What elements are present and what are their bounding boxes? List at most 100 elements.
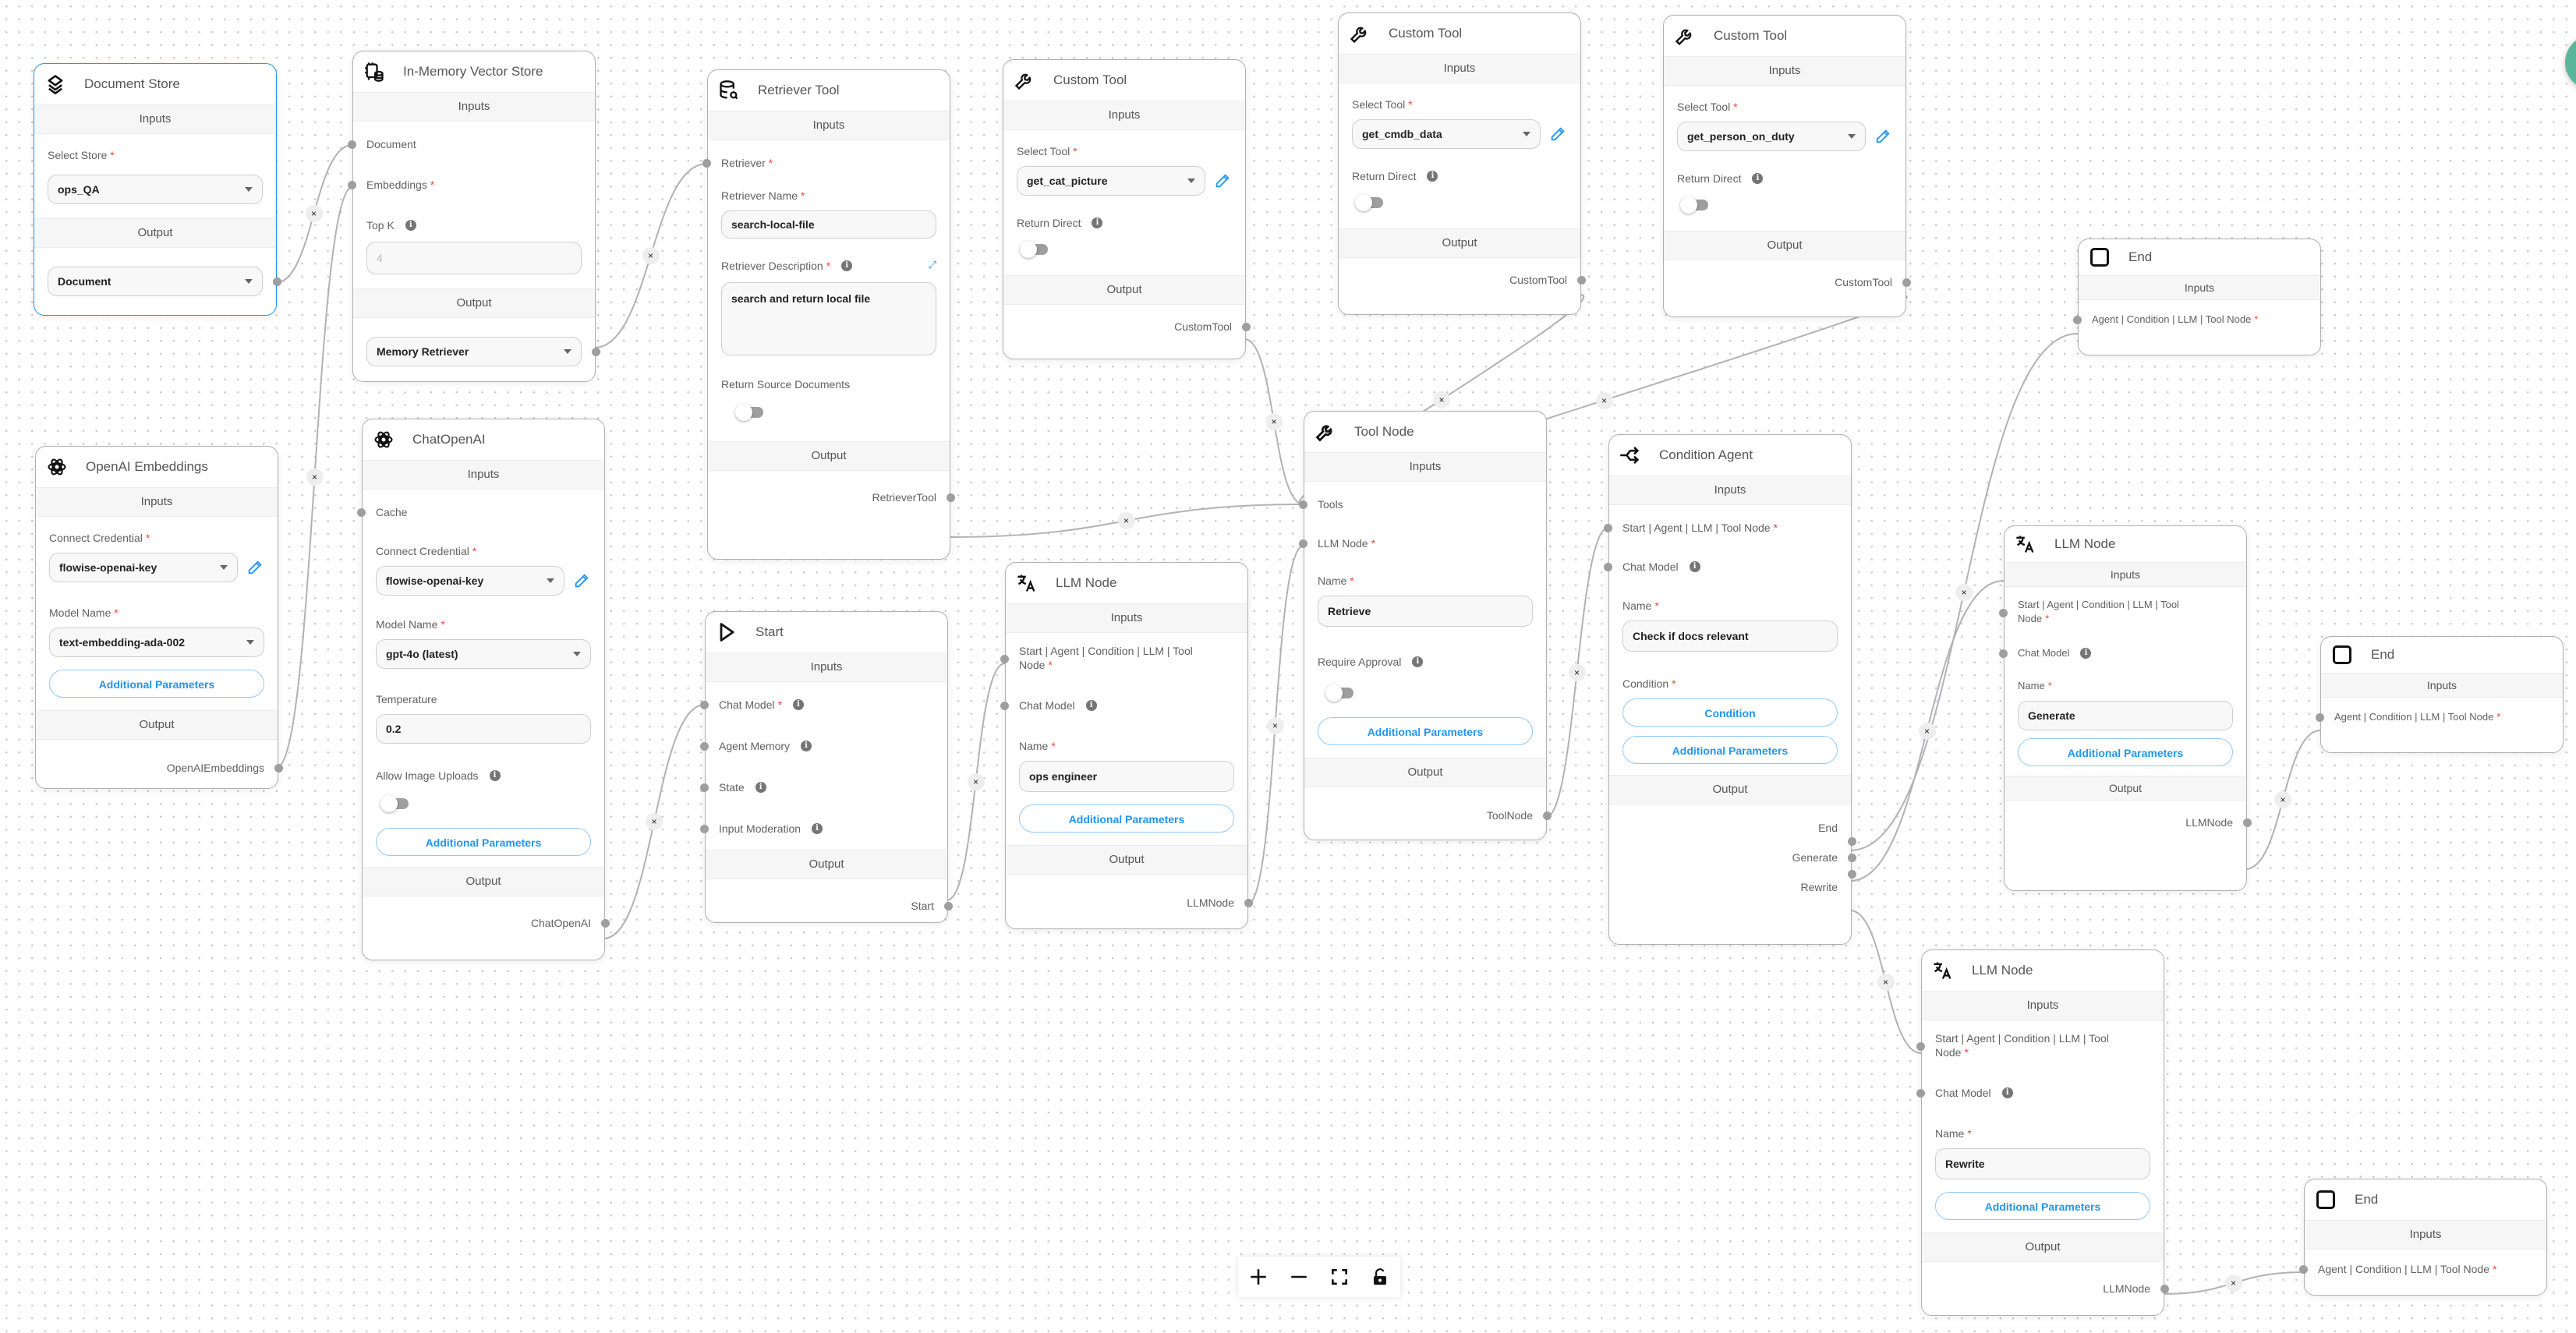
node-llm-generate[interactable]: LLM Node Inputs Start | Agent | Conditio… [1999,525,2252,891]
name-input[interactable]: Rewrite [1935,1148,2150,1179]
name-input[interactable]: Check if docs relevant [1622,621,1838,652]
node-end-2[interactable]: End Inputs Agent | Condition | LLM | Too… [2316,636,2564,753]
chat-model-input-handle[interactable] [1999,649,2008,658]
return-direct-toggle[interactable] [1680,196,1711,214]
output-handle[interactable] [1577,276,1586,285]
node-start[interactable]: Start Inputs Chat Model * i Agent Memory i … [700,611,953,923]
info-icon[interactable]: i [405,220,416,231]
info-icon[interactable]: i [489,770,501,781]
delete-edge-button[interactable]: × [2274,791,2291,808]
delete-edge-button[interactable]: × [1955,583,1973,601]
unlock-icon[interactable] [1364,1261,1396,1292]
select-tool-dropdown[interactable]: get_cat_picture [1017,166,1205,196]
zoom-in-icon[interactable] [1243,1261,1274,1292]
output-type-dropdown[interactable]: Document [48,267,263,296]
chat-model-input-handle[interactable] [1916,1089,1925,1098]
select-tool-dropdown[interactable]: get_cmdb_data [1352,119,1541,149]
return-direct-toggle[interactable] [1355,194,1386,211]
info-icon[interactable]: i [2080,648,2092,659]
flow-input-handle[interactable] [2299,1265,2308,1274]
output-handle[interactable] [592,348,600,356]
retriever-input-handle[interactable] [702,159,711,168]
name-input[interactable]: ops engineer [1019,761,1234,792]
additional-parameters-button[interactable]: Additional Parameters [1019,804,1234,833]
model-name-dropdown[interactable]: text-embedding-ada-002 [49,628,264,657]
delete-edge-button[interactable]: × [646,813,663,830]
flow-input-handle[interactable] [1604,524,1612,532]
info-icon[interactable]: i [812,823,823,834]
flow-input-handle[interactable] [1000,655,1009,663]
delete-edge-button[interactable]: × [1117,512,1135,529]
condition-button[interactable]: Condition [1622,698,1838,727]
output-handle[interactable] [2160,1285,2169,1293]
select-store-dropdown[interactable]: ops_QA [48,175,263,204]
additional-parameters-button[interactable]: Additional Parameters [1622,736,1838,764]
additional-parameters-button[interactable]: Additional Parameters [49,670,264,698]
delete-edge-button[interactable]: × [2224,1275,2242,1292]
info-icon[interactable]: i [1689,561,1700,572]
zoom-out-icon[interactable] [1283,1261,1315,1292]
output-handle[interactable] [1242,323,1251,331]
edit-icon[interactable] [1213,171,1232,190]
edit-icon[interactable] [572,571,591,590]
info-icon[interactable]: i [1427,171,1438,182]
edit-icon[interactable] [1874,127,1892,146]
edit-icon[interactable] [1548,125,1567,143]
output-handle[interactable] [1902,278,1911,287]
flow-input-handle[interactable] [2073,316,2082,324]
node-openai-embeddings[interactable]: OpenAI Embeddings Inputs Connect Credent… [35,446,283,789]
flow-input-handle[interactable] [1999,609,2008,617]
info-icon[interactable]: i [841,260,853,271]
state-input-handle[interactable] [700,783,709,792]
agent-memory-input-handle[interactable] [700,742,709,751]
output-handle[interactable] [1244,899,1253,907]
select-tool-dropdown[interactable]: get_person_on_duty [1677,122,1866,151]
edit-icon[interactable] [246,558,264,577]
llm-node-input-handle[interactable] [1299,539,1307,548]
credential-dropdown[interactable]: flowise-openai-key [376,566,564,596]
additional-parameters-button[interactable]: Additional Parameters [1318,717,1533,745]
output-handle-rewrite[interactable] [1848,870,1856,879]
output-handle[interactable] [1543,811,1552,820]
node-retriever-tool[interactable]: Retriever Tool Inputs Retriever * Retriev… [702,69,955,560]
output-handle-end[interactable] [1848,837,1856,846]
expand-icon[interactable]: ⤢ [929,259,936,271]
output-handle[interactable] [947,493,955,502]
temperature-input[interactable]: 0.2 [376,714,591,744]
chat-model-input-handle[interactable] [1604,563,1612,571]
tools-input-handle[interactable] [1299,500,1307,509]
delete-edge-button[interactable]: × [1595,391,1613,409]
node-document-store[interactable]: Document Store Inputs Select Store * ops_… [34,63,281,316]
delete-edge-button[interactable]: × [1568,664,1586,681]
delete-edge-button[interactable]: × [1433,391,1450,408]
info-icon[interactable]: i [2001,1087,2013,1098]
flow-input-handle[interactable] [2316,713,2324,722]
delete-edge-button[interactable]: × [1877,973,1895,991]
node-end-1[interactable]: End Inputs Agent | Condition | LLM | Too… [2073,239,2321,355]
node-custom-tool-cmdb[interactable]: Custom Tool Inputs Select Tool * get_cmdb… [1338,12,1586,315]
return-direct-toggle[interactable] [1020,241,1051,258]
node-custom-tool-cat[interactable]: Custom Tool Inputs Select Tool * get_cat_… [1003,59,1251,359]
chat-model-input-handle[interactable] [1000,702,1009,710]
top-k-input[interactable]: 4 [366,242,582,274]
delete-edge-button[interactable]: × [305,205,323,223]
node-llm-ops-engineer[interactable]: LLM Node Inputs Start | Agent | Conditio… [1000,562,1253,929]
info-icon[interactable]: i [1092,217,1103,228]
credential-dropdown[interactable]: flowise-openai-key [49,553,238,582]
embeddings-input-handle[interactable] [348,181,356,189]
name-input[interactable]: Generate [2018,701,2233,730]
additional-parameters-button[interactable]: Additional Parameters [1935,1192,2150,1220]
node-chat-openai[interactable]: ChatOpenAI Inputs Cache Connect Credenti… [357,419,610,960]
additional-parameters-button[interactable]: Additional Parameters [376,828,591,856]
info-icon[interactable]: i [1412,656,1424,667]
delete-edge-button[interactable]: × [1918,722,1936,740]
input-moderation-input-handle[interactable] [700,825,709,833]
node-tool-node[interactable]: Tool Node Inputs Tools LLM Node * Name * R… [1299,411,1552,840]
output-handle[interactable] [2243,819,2252,827]
delete-edge-button[interactable]: × [306,468,324,486]
node-end-3[interactable]: End Inputs Agent | Condition | LLM | Too… [2299,1179,2547,1296]
output-handle[interactable] [944,902,953,910]
delete-edge-button[interactable]: × [1266,716,1284,734]
node-custom-tool-duty[interactable]: Custom Tool Inputs Select Tool * get_pers… [1663,15,1911,317]
output-handle-generate[interactable] [1848,854,1856,862]
